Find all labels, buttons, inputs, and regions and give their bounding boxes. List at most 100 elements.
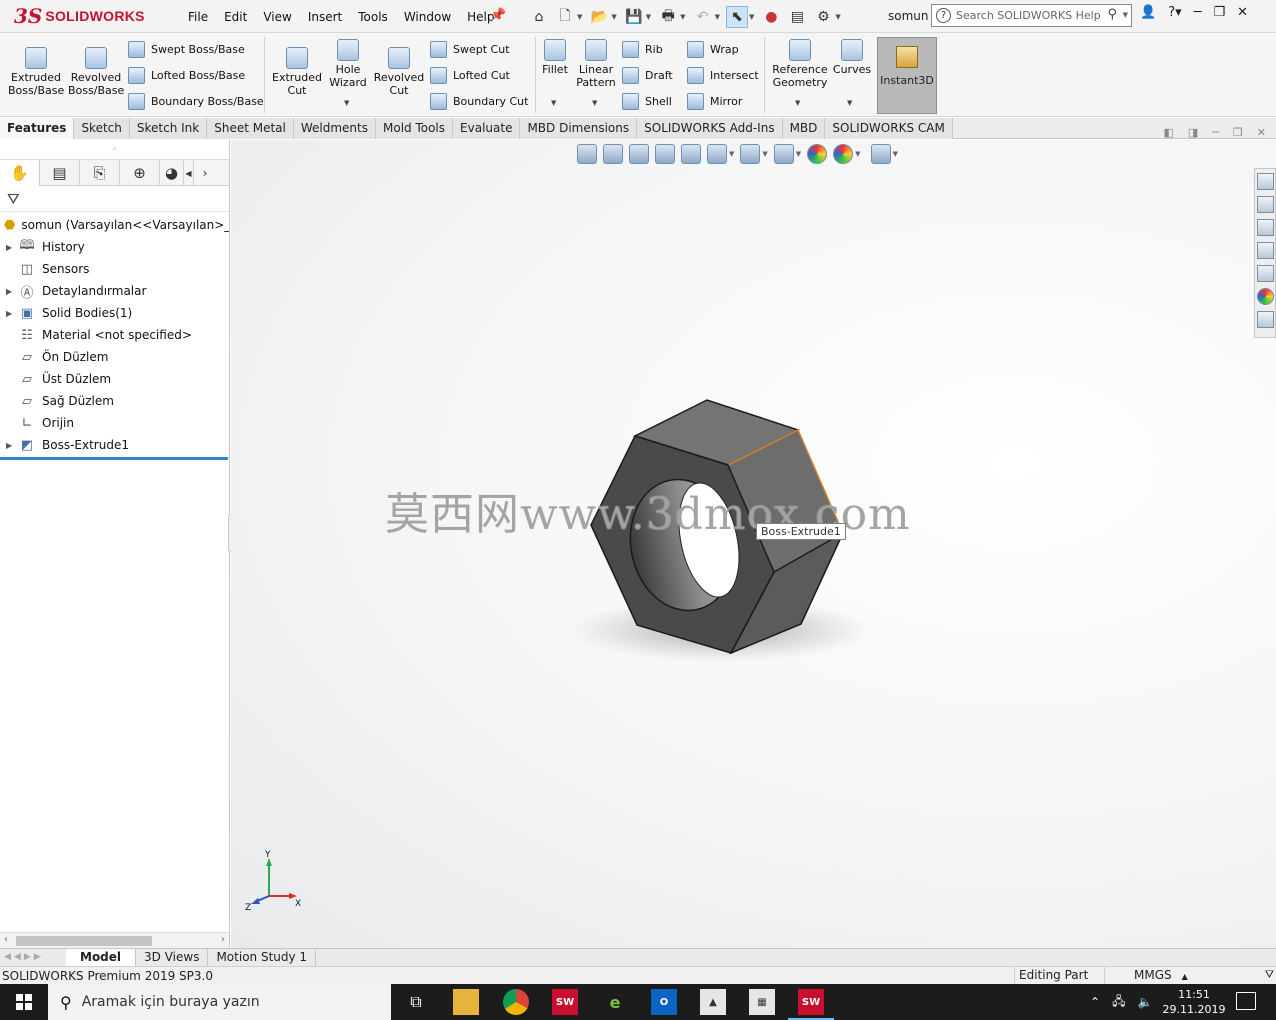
restore-icon[interactable]: ❐ [1213, 5, 1225, 20]
intersect-button[interactable]: Intersect [687, 65, 759, 85]
display-manager-tab-icon[interactable]: ◕ [160, 160, 184, 186]
panel-horizontal-scrollbar[interactable]: ‹ › [0, 932, 229, 948]
file-explorer-icon[interactable] [453, 989, 479, 1015]
menu-tools[interactable]: Tools [350, 10, 396, 24]
user-icon[interactable]: 👤 [1140, 5, 1156, 20]
rebuild-traffic-light-icon[interactable]: ● [760, 6, 782, 28]
wrap-button[interactable]: Wrap [687, 39, 739, 59]
tab-mold-tools[interactable]: Mold Tools [376, 118, 454, 139]
help-icon[interactable]: ?▾ [1168, 5, 1181, 20]
doc-close-icon[interactable]: ✕ [1257, 126, 1266, 139]
chevron-up-icon[interactable]: ▲ [1182, 972, 1188, 981]
tab-sketch[interactable]: Sketch [74, 118, 130, 139]
menu-edit[interactable]: Edit [216, 10, 255, 24]
menu-view[interactable]: View [255, 10, 299, 24]
tab-features[interactable]: Features [0, 118, 75, 139]
notification-center-icon[interactable] [1236, 992, 1256, 1010]
mirror-button[interactable]: Mirror [687, 91, 742, 111]
home-icon[interactable]: ⌂ [528, 6, 550, 28]
shell-button[interactable]: Shell [622, 91, 672, 111]
configurationmanager-tab-icon[interactable]: ⎘ [80, 160, 120, 186]
lofted-cut-button[interactable]: Lofted Cut [430, 65, 510, 85]
chevron-up-icon[interactable]: ⌃ [1090, 995, 1100, 1009]
tree-item-origin[interactable]: ∟ Orijin [0, 412, 229, 434]
chevron-down-icon[interactable]: ▼ [847, 99, 852, 107]
chevron-down-icon[interactable]: ▼ [577, 13, 582, 21]
chevron-down-icon[interactable]: ▼ [749, 13, 754, 21]
boundary-boss-button[interactable]: Boundary Boss/Base [128, 91, 264, 111]
new-document-icon[interactable]: 🗋 [554, 6, 576, 28]
tree-item-annotations[interactable]: ▶ Ⓐ Detaylandırmalar [0, 280, 229, 302]
chevron-right-icon[interactable]: › [194, 160, 216, 186]
menu-file[interactable]: File [180, 10, 216, 24]
dimxpert-tab-icon[interactable]: ⊕ [120, 160, 160, 186]
tile-right-icon[interactable]: ◨ [1188, 126, 1198, 139]
hex-nut-model[interactable] [231, 140, 1276, 948]
reference-geometry-button[interactable]: Reference Geometry [770, 39, 830, 89]
chevron-down-icon[interactable]: ▼ [1123, 11, 1128, 19]
select-cursor-icon[interactable]: ⬉ [725, 6, 748, 28]
task-view-icon[interactable]: ⧉ [403, 989, 429, 1015]
scrollbar-thumb[interactable] [16, 936, 152, 946]
filter-icon[interactable]: ⛛ [7, 190, 20, 208]
tree-item-top-plane[interactable]: ▱ Üst Düzlem [0, 368, 229, 390]
start-button[interactable] [0, 984, 48, 1020]
calculator-icon[interactable]: ▦ [749, 989, 775, 1015]
chevron-down-icon[interactable]: ▼ [715, 13, 720, 21]
chevron-left-icon[interactable]: ◀ [184, 160, 194, 186]
tree-filter[interactable]: ⛛ [0, 186, 229, 212]
pin-icon[interactable]: 📌 [490, 8, 506, 23]
revolved-cut-button[interactable]: Revolved Cut [372, 47, 426, 97]
rollback-bar[interactable] [0, 457, 228, 460]
outlook-icon[interactable]: O [651, 989, 677, 1015]
revolved-boss-button[interactable]: Revolved Boss/Base [68, 47, 124, 97]
open-icon[interactable]: 📂 [588, 6, 610, 28]
tab-sheet-metal[interactable]: Sheet Metal [207, 118, 294, 139]
hole-wizard-button[interactable]: Hole Wizard [326, 39, 370, 89]
tab-scroll-arrows[interactable]: ◀◀▶▶ [0, 949, 66, 966]
expand-arrow-icon[interactable]: ▶ [6, 287, 18, 296]
tile-left-icon[interactable]: ◧ [1163, 126, 1173, 139]
help-search-input[interactable]: ? Search SOLIDWORKS Help ⚲ ▼ [931, 4, 1132, 27]
network-icon[interactable]: 🖧 [1112, 992, 1125, 1013]
tree-item-right-plane[interactable]: ▱ Sağ Düzlem [0, 390, 229, 412]
menu-window[interactable]: Window [396, 10, 459, 24]
doc-restore-icon[interactable]: ❐ [1233, 126, 1243, 139]
minimize-icon[interactable]: ─ [1194, 5, 1202, 20]
fillet-button[interactable]: Fillet [538, 39, 572, 76]
chevron-down-icon[interactable]: ▼ [611, 13, 616, 21]
solidworks-logo[interactable]: 3S SOLIDWORKS [14, 2, 145, 30]
tab-solidworks-cam[interactable]: SOLIDWORKS CAM [825, 118, 953, 139]
photos-icon[interactable]: ▲ [700, 989, 726, 1015]
scroll-left-icon[interactable]: ‹ [4, 934, 8, 945]
menu-insert[interactable]: Insert [300, 10, 350, 24]
draft-button[interactable]: Draft [622, 65, 673, 85]
chevron-down-icon[interactable]: ▼ [551, 99, 556, 107]
tree-root-part[interactable]: ⬣ somun (Varsayılan<<Varsayılan>_Gör [0, 214, 229, 236]
graphics-area[interactable]: ▼ ▼ ▼ ▼ ▼ 莫西网www.3dmox.com Boss-Extrude1… [231, 140, 1276, 948]
curves-button[interactable]: Curves [832, 39, 872, 76]
file-properties-icon[interactable]: ▤ [786, 6, 808, 28]
tree-item-sensors[interactable]: ◫ Sensors [0, 258, 229, 280]
linear-pattern-button[interactable]: Linear Pattern [574, 39, 618, 89]
edrawings-2019-icon[interactable]: e [602, 989, 628, 1015]
search-icon[interactable]: ⚲ [1107, 7, 1117, 22]
chevron-down-icon[interactable]: ▼ [835, 13, 840, 21]
swept-cut-button[interactable]: Swept Cut [430, 39, 510, 59]
save-icon[interactable]: 💾 [623, 6, 645, 28]
solidworks-2019-icon[interactable]: SW [552, 989, 578, 1015]
tab-mbd[interactable]: MBD [782, 118, 826, 139]
tab-sketch-ink[interactable]: Sketch Ink [129, 118, 208, 139]
tab-weldments[interactable]: Weldments [293, 118, 376, 139]
chevron-down-icon[interactable]: ▼ [646, 13, 651, 21]
scroll-right-icon[interactable]: › [221, 934, 225, 945]
chevron-down-icon[interactable]: ▼ [592, 99, 597, 107]
chrome-icon[interactable] [503, 989, 529, 1015]
status-options-icon[interactable]: ⛛ [1265, 968, 1274, 982]
tree-item-solid-bodies[interactable]: ▶ ▣ Solid Bodies(1) [0, 302, 229, 324]
taskbar-clock[interactable]: 11:51 29.11.2019 [1162, 987, 1226, 1017]
tab-motion-study[interactable]: Motion Study 1 [208, 949, 317, 966]
chevron-down-icon[interactable]: ▼ [795, 99, 800, 107]
taskbar-search-input[interactable]: ⚲ Aramak için buraya yazın [48, 984, 391, 1020]
tab-model[interactable]: Model [66, 949, 137, 966]
